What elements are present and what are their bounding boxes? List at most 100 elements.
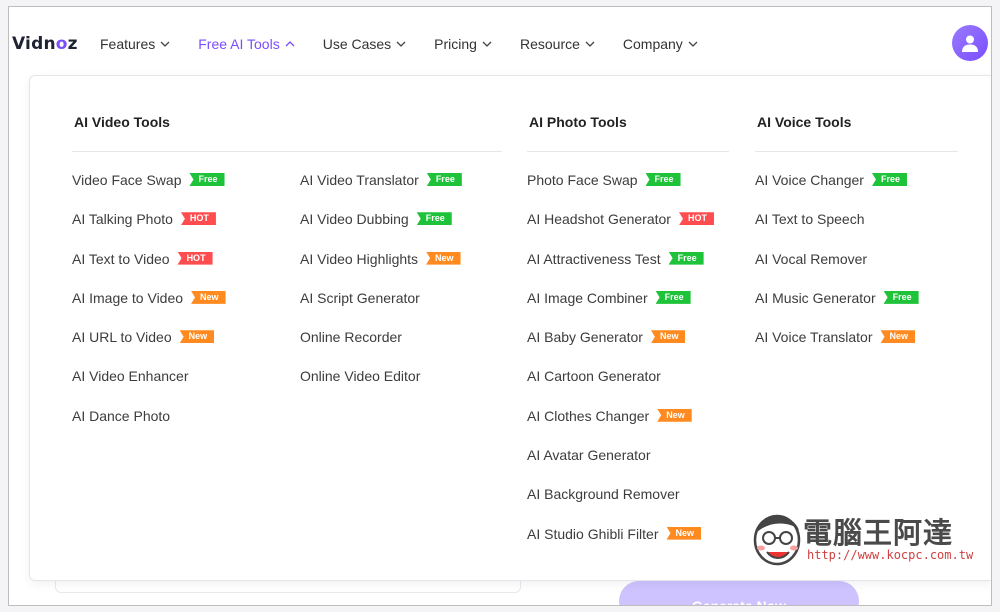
nav-item-label: Company — [622, 36, 683, 52]
voice-tools-title: AI Voice Tools — [757, 114, 852, 130]
video-tools-column-2: AI Video Translator Free AI Video Dubbing F… — [300, 172, 462, 408]
tool-link-ai-video-translator[interactable]: AI Video Translator Free — [300, 172, 462, 211]
tool-link-ai-vocal-remover[interactable]: AI Vocal Remover — [755, 251, 919, 290]
tool-link-ai-dance-photo[interactable]: AI Dance Photo — [72, 408, 226, 447]
video-tools-column-1: Video Face Swap Free AI Talking Photo HOT AI… — [72, 172, 226, 447]
tool-link-ai-video-dubbing[interactable]: AI Video Dubbing Free — [300, 211, 462, 250]
tool-link-label: Online Recorder — [300, 329, 402, 346]
nav-item-pricing[interactable]: Pricing — [434, 36, 492, 52]
photo-tools-title: AI Photo Tools — [529, 114, 627, 130]
nav-item-features[interactable]: Features — [100, 36, 170, 52]
vidnoz-logo[interactable]: Vidnoz — [12, 34, 78, 54]
free-badge: Free — [416, 212, 452, 226]
user-avatar[interactable] — [952, 25, 988, 61]
generate-now-button[interactable]: Generate Now — [619, 581, 859, 606]
tool-link-ai-voice-changer[interactable]: AI Voice Changer Free — [755, 172, 919, 211]
tool-link-label: AI Vocal Remover — [755, 250, 868, 267]
tool-link-label: AI Attractiveness Test — [527, 250, 661, 267]
tool-link-ai-video-enhancer[interactable]: AI Video Enhancer — [72, 368, 226, 407]
nav-item-label: Resource — [519, 36, 580, 52]
new-badge: New — [426, 251, 461, 265]
nav-item-company[interactable]: Company — [623, 36, 698, 52]
tool-link-label: AI Video Dubbing — [300, 211, 409, 228]
nav-item-label: Free AI Tools — [198, 36, 280, 52]
tool-link-ai-studio-ghibli-filter[interactable]: AI Studio Ghibli Filter New — [527, 526, 714, 565]
tool-link-ai-video-highlights[interactable]: AI Video Highlights New — [300, 251, 462, 290]
tool-link-label: AI Baby Generator — [527, 329, 643, 346]
tool-link-label: AI Headshot Generator — [527, 211, 671, 228]
chevron-down-icon — [482, 41, 492, 47]
photo-divider — [527, 151, 729, 152]
new-badge: New — [666, 526, 702, 540]
free-badge: Free — [426, 173, 462, 186]
tool-link-label: AI Voice Translator — [755, 329, 873, 346]
free-badge: Free — [883, 290, 919, 304]
video-tools-title: AI Video Tools — [74, 114, 170, 130]
tool-link-ai-headshot-generator[interactable]: AI Headshot Generator HOT — [527, 211, 714, 250]
tool-link-label: AI Voice Changer — [755, 172, 864, 188]
tool-link-label: Photo Face Swap — [527, 172, 638, 188]
mascot-face-icon — [753, 514, 801, 566]
tool-link-ai-background-remover[interactable]: AI Background Remover — [527, 486, 714, 525]
new-badge: New — [880, 330, 916, 344]
tool-link-label: AI Talking Photo — [72, 211, 173, 228]
nav-item-free-ai-tools[interactable]: Free AI Tools — [198, 36, 295, 52]
chevron-up-icon — [285, 41, 295, 47]
chevron-down-icon — [688, 41, 698, 47]
hot-badge: HOT — [180, 212, 216, 226]
tool-link-label: AI Text to Speech — [755, 211, 865, 228]
tool-link-label: AI URL to Video — [72, 329, 172, 346]
free-badge: Free — [645, 173, 681, 186]
new-badge: New — [191, 290, 226, 304]
chevron-down-icon — [160, 41, 170, 47]
tool-link-ai-baby-generator[interactable]: AI Baby Generator New — [527, 329, 714, 368]
tool-link-label: AI Avatar Generator — [527, 447, 651, 464]
nav-item-label: Features — [100, 36, 156, 52]
tool-link-ai-clothes-changer[interactable]: AI Clothes Changer New — [527, 408, 714, 447]
tool-link-ai-text-to-speech[interactable]: AI Text to Speech — [755, 211, 919, 250]
tool-link-video-face-swap[interactable]: Video Face Swap Free — [72, 172, 226, 211]
new-badge: New — [179, 330, 215, 344]
tool-link-label: AI Image to Video — [72, 289, 184, 306]
tool-link-online-recorder[interactable]: Online Recorder — [300, 329, 462, 368]
main-menu: Features Free AI Tools Use Cases Pricing Res… — [100, 36, 726, 52]
tool-link-ai-script-generator[interactable]: AI Script Generator — [300, 290, 462, 329]
top-navbar: Vidnoz Features Free AI Tools Use Cases Pri… — [9, 7, 991, 79]
nav-item-label: Pricing — [434, 36, 477, 52]
tool-link-photo-face-swap[interactable]: Photo Face Swap Free — [527, 172, 714, 211]
tool-link-ai-cartoon-generator[interactable]: AI Cartoon Generator — [527, 368, 714, 407]
watermark-title: 電腦王阿達 — [803, 516, 954, 550]
voice-tools-column: AI Voice Changer Free AI Text to Speech AI … — [755, 172, 919, 368]
watermark-url: http://www.kocpc.com.tw — [807, 548, 974, 562]
tool-link-ai-attractiveness-test[interactable]: AI Attractiveness Test Free — [527, 251, 714, 290]
tool-link-ai-talking-photo[interactable]: AI Talking Photo HOT — [72, 211, 226, 250]
tool-link-ai-avatar-generator[interactable]: AI Avatar Generator — [527, 447, 714, 486]
new-badge: New — [657, 408, 692, 422]
tool-link-ai-image-to-video[interactable]: AI Image to Video New — [72, 290, 226, 329]
hot-badge: HOT — [177, 251, 213, 265]
video-divider — [72, 151, 502, 152]
free-badge: Free — [668, 251, 704, 265]
tool-link-label: AI Clothes Changer — [527, 407, 650, 424]
tool-link-ai-image-combiner[interactable]: AI Image Combiner Free — [527, 290, 714, 329]
tool-link-label: AI Music Generator — [755, 289, 876, 306]
tool-link-ai-music-generator[interactable]: AI Music Generator Free — [755, 290, 919, 329]
user-icon — [962, 35, 978, 52]
free-badge: Free — [189, 173, 225, 186]
chevron-down-icon — [585, 41, 595, 47]
tool-link-ai-text-to-video[interactable]: AI Text to Video HOT — [72, 251, 226, 290]
chevron-down-icon — [396, 41, 406, 47]
tool-link-ai-voice-translator[interactable]: AI Voice Translator New — [755, 329, 919, 368]
nav-item-resource[interactable]: Resource — [520, 36, 595, 52]
tool-link-ai-url-to-video[interactable]: AI URL to Video New — [72, 329, 226, 368]
nav-item-use-cases[interactable]: Use Cases — [323, 36, 406, 52]
generate-now-label: Generate Now — [691, 598, 787, 606]
watermark: 電腦王阿達 http://www.kocpc.com.tw — [751, 504, 981, 574]
tool-link-label: AI Image Combiner — [527, 289, 648, 306]
tool-link-label: AI Video Highlights — [300, 250, 419, 267]
tool-link-online-video-editor[interactable]: Online Video Editor — [300, 368, 462, 407]
nav-item-label: Use Cases — [322, 36, 392, 52]
free-badge: Free — [655, 290, 691, 304]
page-frame: Generate Now Vidnoz Features Free AI Tool… — [8, 6, 992, 606]
voice-divider — [755, 151, 958, 152]
